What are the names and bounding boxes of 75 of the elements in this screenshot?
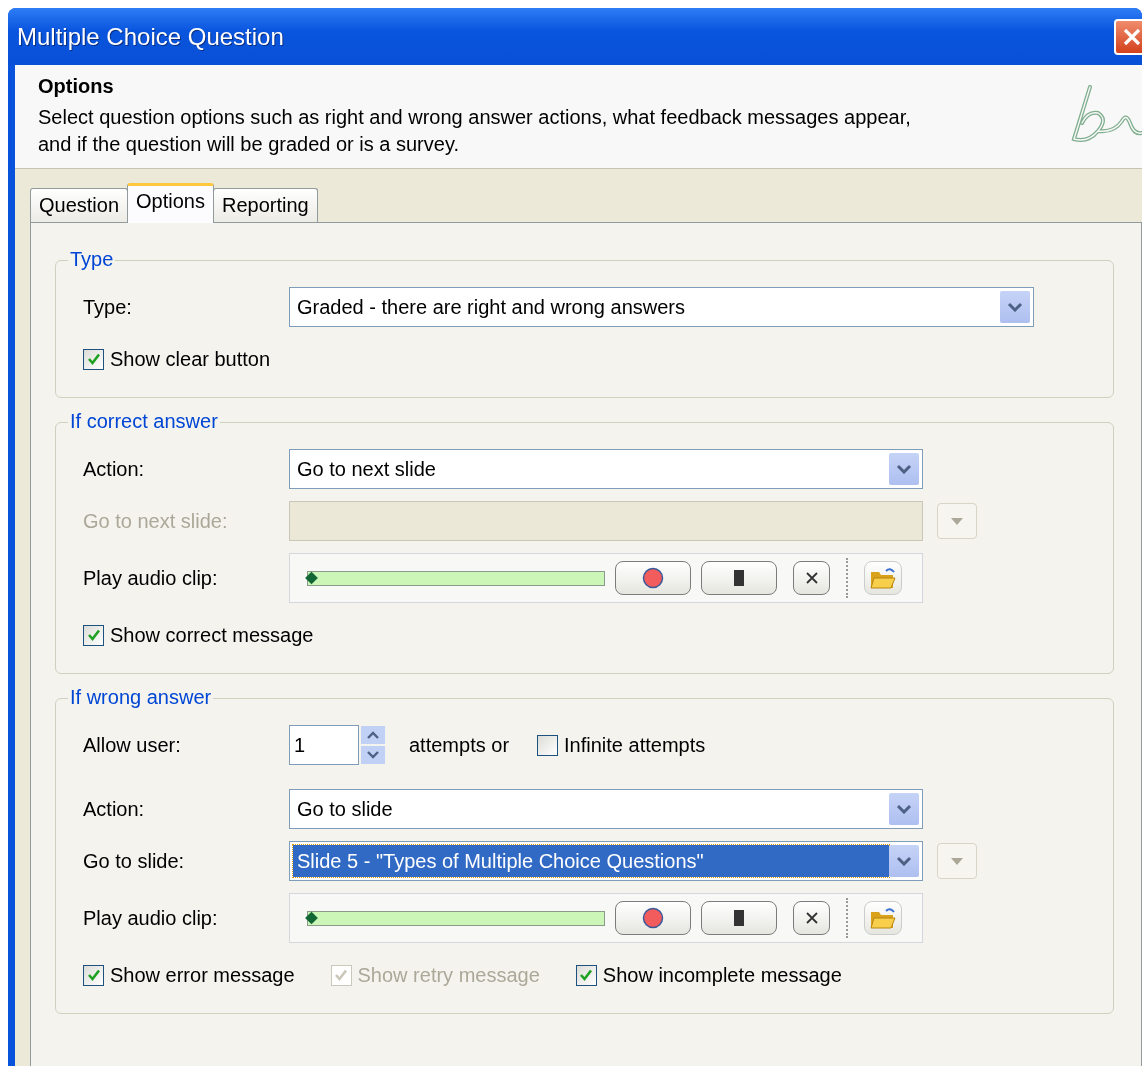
record-icon (642, 567, 664, 589)
field-label: Go to slide: (83, 849, 186, 873)
header-title: Options (38, 75, 115, 98)
stop-icon (734, 570, 744, 586)
stop-button[interactable] (701, 561, 777, 595)
stop-button[interactable] (701, 901, 777, 935)
open-file-button[interactable] (864, 901, 902, 935)
dropdown-value: Graded - there are right and wrong answers (296, 294, 686, 320)
field-label: Play audio clip: (83, 566, 219, 590)
dropdown-field[interactable]: Go to next slide (289, 449, 923, 489)
field-label: Allow user: (83, 733, 182, 757)
field-label: Play audio clip: (83, 906, 219, 930)
check-icon (86, 968, 101, 982)
dropdown-value: Go to next slide (296, 456, 437, 482)
checkbox[interactable] (537, 734, 559, 756)
tab[interactable]: Options (127, 183, 214, 223)
field-label: Action: (83, 457, 146, 481)
checkbox[interactable] (83, 964, 104, 986)
chevron-down-icon (1007, 302, 1023, 312)
check-icon (579, 968, 594, 982)
header-description: Select question options such as right and wrong answer actions, what feedback messages appear, and if the question will be graded or is a survey. (38, 105, 912, 157)
checkbox-label: Show correct message (110, 623, 314, 647)
checkbox[interactable] (575, 964, 597, 986)
dropdown-button[interactable] (889, 453, 919, 485)
checkbox-label: Infinite attempts (564, 733, 706, 757)
chevron-down-icon (896, 804, 912, 814)
spin-up-button[interactable] (361, 726, 385, 744)
record-button[interactable] (615, 901, 691, 935)
chevron-down-icon (896, 856, 912, 866)
check-icon (86, 628, 101, 642)
checkbox-label: Show retry message (357, 963, 540, 987)
slider-thumb[interactable] (305, 911, 318, 925)
check-icon (334, 968, 349, 982)
check-icon (86, 352, 101, 366)
tab[interactable]: Question (30, 188, 129, 222)
dropdown-button[interactable] (889, 845, 919, 877)
field-label: Go to next slide: (83, 509, 229, 533)
caret-icon (951, 517, 963, 525)
chevron-down-icon (896, 464, 912, 474)
dropdown-value: Slide 5 - "Types of Multiple Choice Questions" (293, 845, 889, 877)
dropdown-button[interactable] (1000, 291, 1030, 323)
number-field[interactable]: 1 (289, 725, 359, 765)
checkbox[interactable] (83, 348, 104, 370)
dropdown-value: Go to slide (296, 796, 394, 822)
folder-icon (869, 906, 897, 930)
dropdown-field[interactable]: Graded - there are right and wrong answers (289, 287, 1034, 327)
close-icon (804, 911, 819, 925)
close-icon (804, 571, 819, 585)
slider-thumb[interactable] (305, 571, 318, 585)
chevron-down-icon (367, 751, 379, 759)
tab[interactable]: Reporting (213, 188, 318, 222)
spin-down-button[interactable] (361, 746, 385, 764)
stop-icon (734, 910, 744, 926)
clear-button[interactable] (793, 901, 830, 935)
close-button[interactable] (1114, 18, 1142, 55)
dropdown-field[interactable]: Slide 5 - "Types of Multiple Choice Questions" (289, 841, 923, 881)
open-file-button[interactable] (864, 561, 902, 595)
close-icon (1123, 27, 1141, 46)
checkbox[interactable] (83, 624, 104, 646)
folder-icon (869, 566, 897, 590)
dropdown-button[interactable] (889, 793, 919, 825)
group-title: If wrong answer (68, 686, 214, 709)
field-label: Action: (83, 797, 146, 821)
chevron-up-icon (367, 731, 379, 739)
checkbox-label: Show error message (110, 963, 295, 987)
clear-button[interactable] (793, 561, 830, 595)
record-button[interactable] (615, 561, 691, 595)
attempts-text: attempts or (409, 733, 510, 757)
checkbox-label: Show incomplete message (602, 963, 842, 987)
dropdown-field[interactable]: Go to slide (289, 789, 923, 829)
checkbox-label: Show clear button (110, 347, 271, 371)
caret-icon (951, 857, 963, 865)
window-title: Multiple Choice Question (17, 22, 285, 51)
record-icon (642, 907, 664, 929)
field-label: Type: (83, 295, 133, 319)
